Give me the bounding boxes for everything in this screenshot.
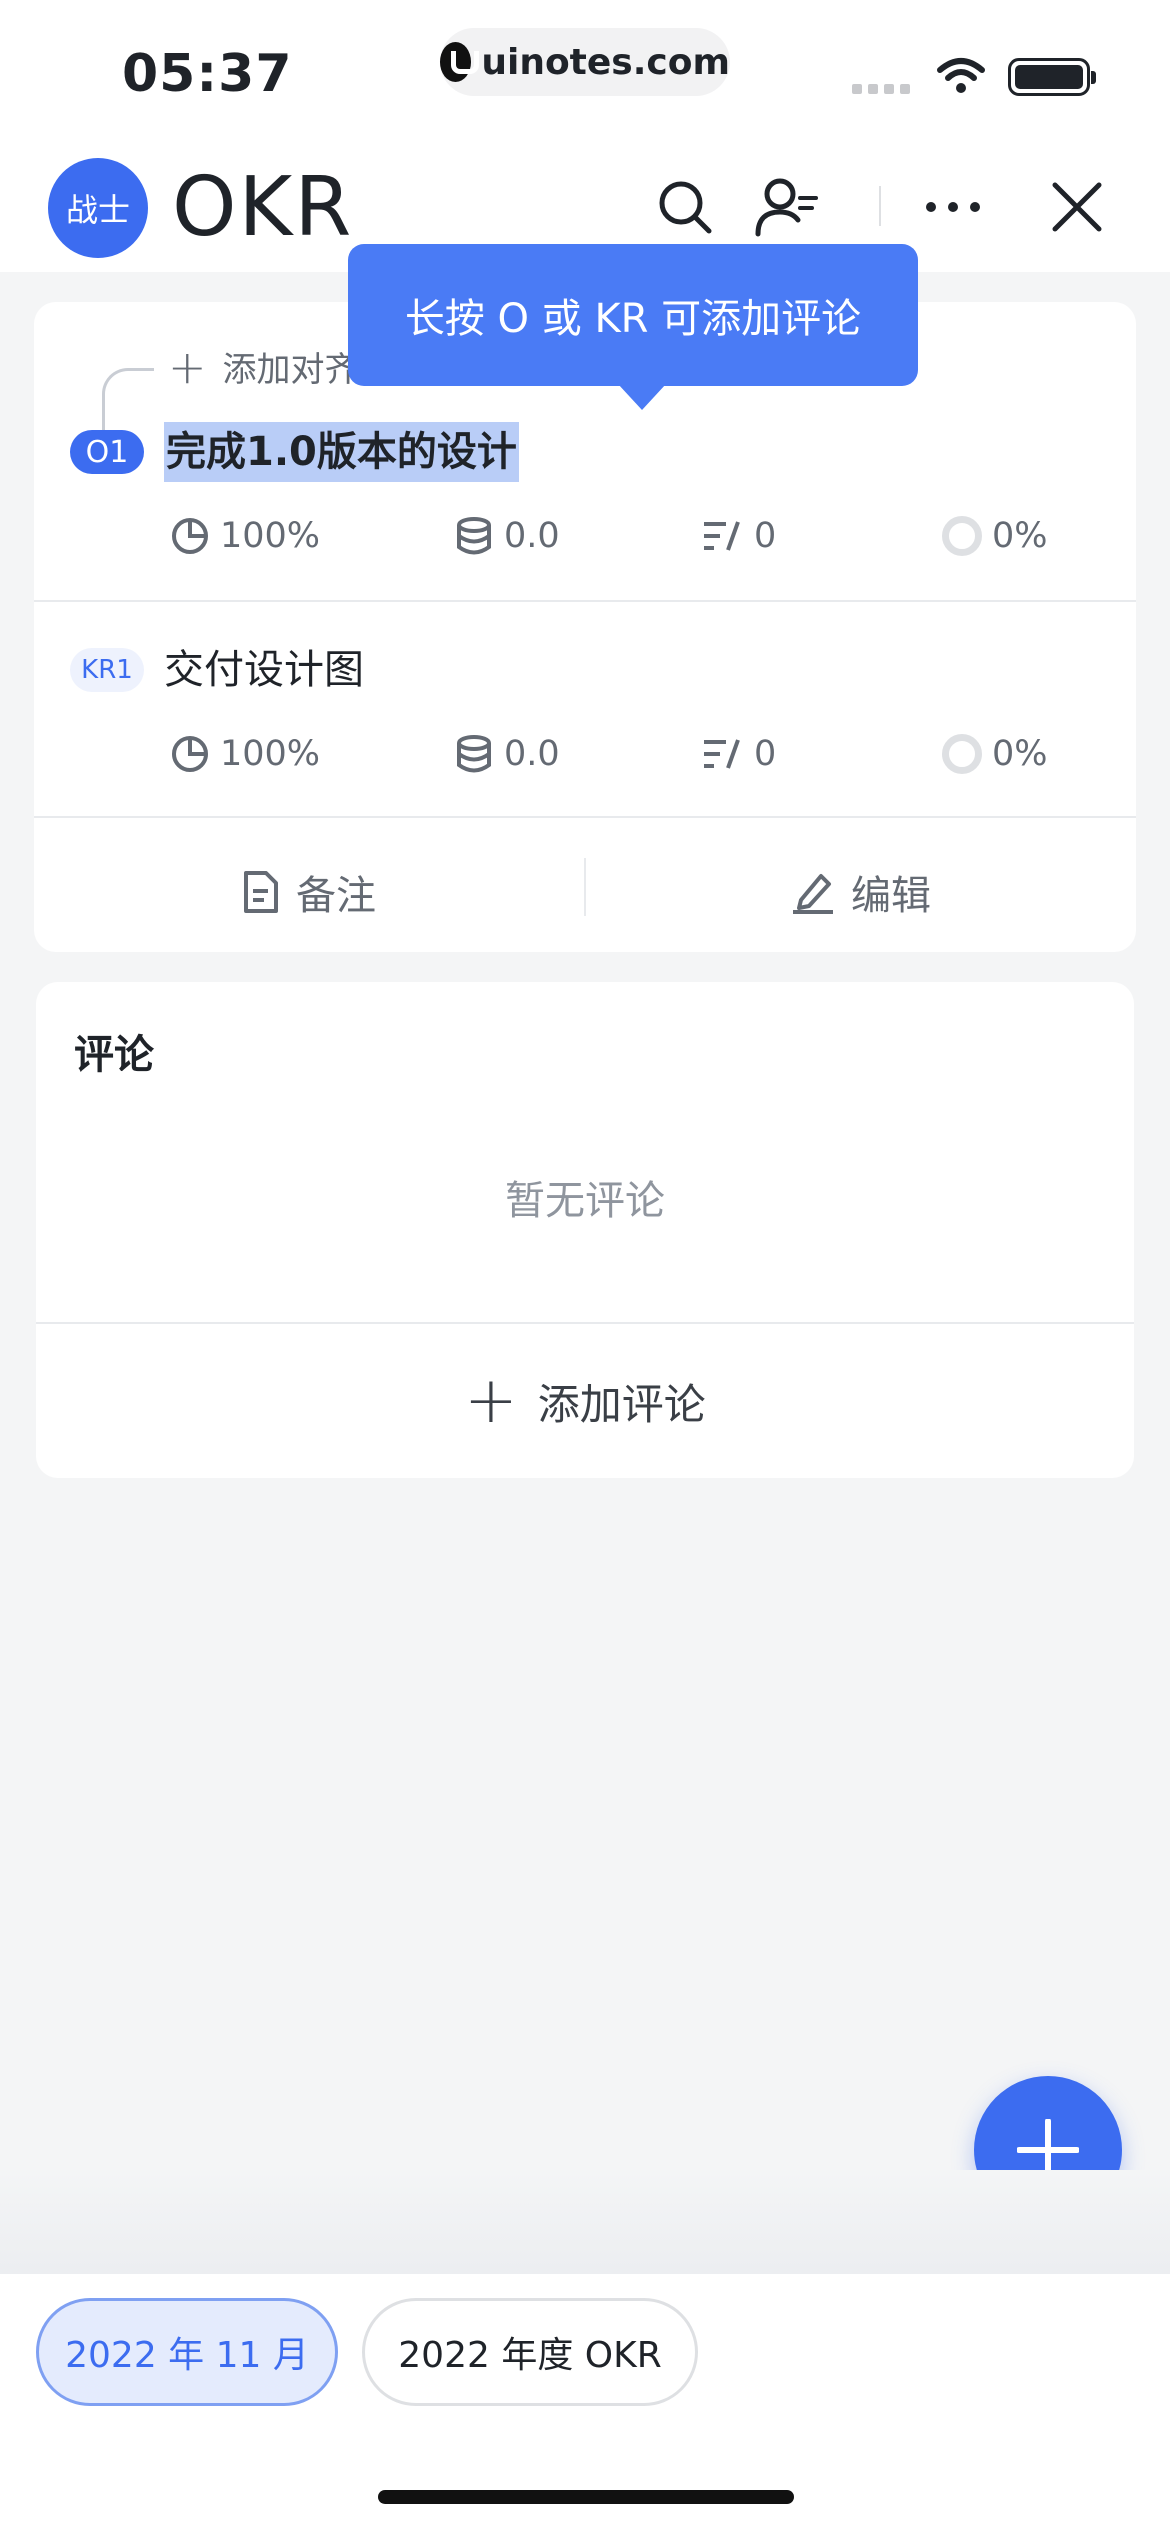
member-icon[interactable] [752,172,822,242]
progress-pie-icon [172,518,208,554]
score-metric[interactable]: 0% [942,516,1048,556]
signal-icon [852,84,910,94]
add-comment-label: 添加评论 [537,1379,706,1429]
battery-icon [1008,58,1096,96]
objective-metrics: 100% 0.0 0 0% [34,516,1136,576]
note-icon [244,871,278,913]
comments-card: 评论 暂无评论 + 添加评论 [36,982,1134,1478]
tasks-value: 0 [754,516,777,556]
add-comment-button[interactable]: + 添加评论 [36,1324,1134,1478]
url-text: uinotes.com [481,41,730,83]
divider [34,816,1136,818]
comments-title: 评论 [74,1032,154,1078]
kr-score-metric[interactable]: 0% [942,734,1048,774]
note-label: 备注 [296,873,376,919]
comments-empty-text: 暂无评论 [505,1178,665,1224]
kr-weight-value: 0.0 [504,734,560,774]
weight-value: 0.0 [504,516,560,556]
period-chip-month[interactable]: 2022 年 11 月 [36,2298,338,2406]
url-pill[interactable]: uinotes.com [440,28,730,96]
alignment-connector [102,368,154,430]
divider [34,600,1136,602]
note-button[interactable]: 备注 [34,842,584,942]
task-list-icon [704,739,740,769]
objective-title[interactable]: 完成1.0版本的设计 [164,422,519,482]
nav-divider [879,186,881,226]
score-ring-icon [942,516,982,556]
weight-metric[interactable]: 0.0 [454,516,560,556]
kr-tasks-value: 0 [754,734,777,774]
task-list-icon [704,521,740,551]
add-alignment-label: 添加对齐 [222,350,359,390]
kr-badge: KR1 [70,648,144,692]
more-icon[interactable] [918,172,988,242]
progress-value: 100% [220,516,321,556]
progress-pie-icon [172,736,208,772]
plus-icon: + [464,1364,518,1438]
bottom-fade [0,2170,1170,2272]
score-value: 0% [992,516,1048,556]
progress-metric[interactable]: 100% [170,516,320,556]
edit-pencil-icon [793,874,833,914]
okr-card: + 添加对齐 O1 完成1.0版本的设计 100% 0.0 0 0% KR1 交… [34,302,1136,952]
close-icon[interactable] [1042,172,1112,242]
kr-metrics: 100% 0.0 0 0% [34,734,1136,794]
search-icon[interactable] [650,172,720,242]
kr-tasks-metric[interactable]: 0 [700,734,776,774]
home-indicator [378,2490,794,2504]
wifi-icon [937,58,985,93]
plus-icon: + [168,339,207,394]
kr-progress-value: 100% [220,734,321,774]
score-ring-icon [942,734,982,774]
kr-score-value: 0% [992,734,1048,774]
avatar[interactable]: 战士 [48,158,148,258]
comment-hint-tooltip: 长按 O 或 KR 可添加评论 [348,244,918,410]
objective-badge: O1 [70,430,144,474]
kr-progress-metric[interactable]: 100% [170,734,320,774]
site-logo-icon [440,42,480,82]
add-alignment-button[interactable]: + 添加对齐 [168,342,359,391]
status-bar: 05:37 uinotes.com [0,0,1170,140]
kr-weight-metric[interactable]: 0.0 [454,734,560,774]
status-time: 05:37 [122,44,293,104]
page-title: OKR [172,160,354,255]
tasks-metric[interactable]: 0 [700,516,776,556]
edit-label: 编辑 [851,873,931,919]
period-chip-year[interactable]: 2022 年度 OKR [362,2298,698,2406]
database-icon [457,735,491,773]
edit-button[interactable]: 编辑 [586,842,1136,942]
kr-title[interactable]: 交付设计图 [164,640,364,700]
database-icon [457,517,491,555]
